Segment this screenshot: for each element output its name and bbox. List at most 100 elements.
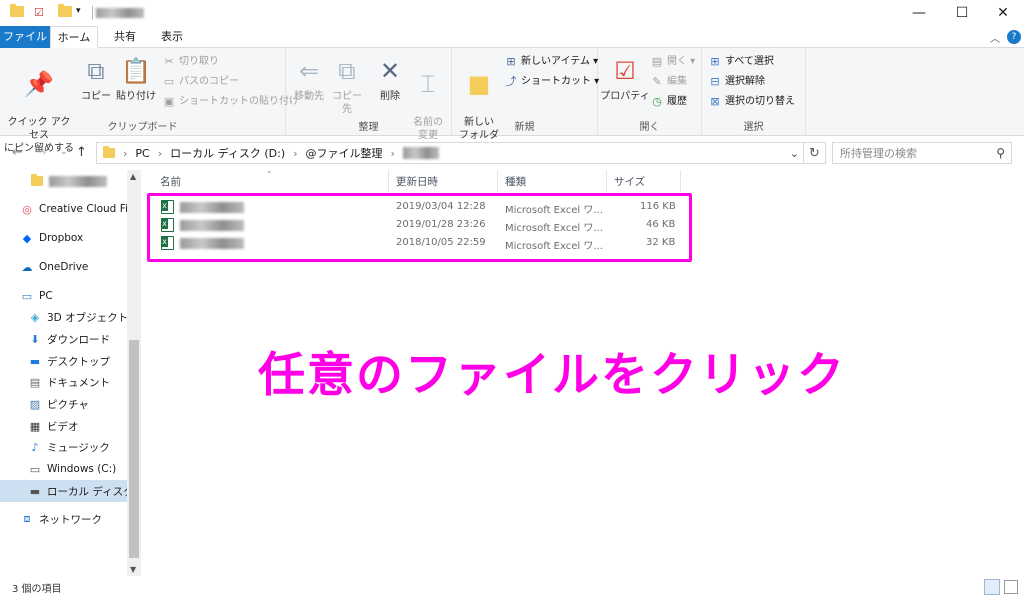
select-all-icon: ⊞ [710,55,720,68]
nav-item-dropbox[interactable]: ◆ Dropbox [0,227,127,249]
breadcrumb-folder[interactable]: @ファイル整理 [306,145,383,161]
ribbon-tabs: ファイル ホーム 共有 表示 ︿ ? [0,26,1024,48]
large-icons-view-button[interactable] [1004,580,1018,594]
nav-scrollbar[interactable]: ▲ ▼ [127,170,141,576]
column-name[interactable]: 名前 [160,174,181,189]
nav-item-creative-cloud[interactable]: ◎ Creative Cloud Files [0,198,127,220]
title-divider [92,6,93,20]
column-separator[interactable] [606,170,607,192]
quick-access-dropdown-icon[interactable]: ▾ [76,6,81,16]
nav-item-onedrive[interactable]: ☁ OneDrive [0,256,127,278]
delete-button[interactable]: ✕ 削除 [372,56,408,103]
breadcrumb-current-blurred[interactable] [402,147,439,159]
column-separator[interactable] [680,170,681,192]
address-dropdown-icon[interactable]: ⌄ [790,147,799,160]
scrollbar-thumb[interactable] [129,340,139,558]
recent-locations-icon[interactable]: ⌄ [60,147,68,157]
copy-path-button[interactable]: ▭ パスのコピー [162,72,239,92]
copy-button[interactable]: ⧉ コピー [80,56,112,103]
nav-item-pictures[interactable]: ▨ ピクチャ [0,393,127,415]
nav-item-desktop[interactable]: ▬ デスクトップ [0,350,127,372]
cut-button[interactable]: ✂ 切り取り [162,52,219,72]
nav-label: 3D オブジェクト [47,311,127,324]
breadcrumb-separator: › [157,146,163,160]
new-folder-large-icon: ■ [467,69,491,98]
nav-item-network[interactable]: ⧈ ネットワーク [0,508,127,530]
tab-home[interactable]: ホーム [50,26,98,48]
up-button[interactable]: ↑ [76,145,87,160]
forward-button[interactable]: → [36,145,47,160]
desktop-icon: ▬ [29,354,41,368]
address-bar[interactable]: › PC › ローカル ディスク (D:) › @ファイル整理 › ⌄ [96,142,804,164]
nav-item-blurred-folder[interactable] [0,170,127,192]
column-headers: ⌄ 名前 更新日時 種類 サイズ [142,166,702,192]
column-separator[interactable] [497,170,498,192]
document-icon: ▤ [29,375,41,389]
scroll-down-icon[interactable]: ▼ [130,565,136,574]
breadcrumb-separator: › [123,146,128,160]
nav-label: Windows (C:) [47,463,117,475]
tab-share[interactable]: 共有 [105,26,145,48]
invert-selection-button[interactable]: ⊠ 選択の切り替え [708,92,795,112]
refresh-button[interactable]: ↻ [804,142,826,164]
close-button[interactable]: ✕ [980,0,1024,26]
tab-file[interactable]: ファイル [0,26,50,48]
nav-item-local-disk-d[interactable]: ▬ ローカル ディスク (D:) [0,480,127,502]
nav-item-3d-objects[interactable]: ◈ 3D オブジェクト [0,306,127,328]
move-to-button[interactable]: ⇐ 移動先 [290,56,328,103]
nav-item-documents[interactable]: ▤ ドキュメント [0,371,127,393]
history-button[interactable]: ◷ 履歴 [650,92,687,112]
nav-item-music[interactable]: ♪ ミュージック [0,436,127,458]
invert-selection-label: 選択の切り替え [725,96,795,107]
shortcut-button[interactable]: ⤴ ショートカット ▾ [504,72,600,92]
back-button[interactable]: ← [12,145,23,160]
nav-label: Creative Cloud Files [39,203,127,215]
delete-icon: ✕ [379,56,401,85]
help-icon[interactable]: ? [1007,30,1021,44]
nav-item-videos[interactable]: ▦ ビデオ [0,415,127,437]
properties-check-icon[interactable]: ☑ [34,6,44,19]
breadcrumb-pc[interactable]: PC [135,147,149,160]
copy-to-button[interactable]: ⧉ コピー先 [328,56,366,116]
maximize-button[interactable]: ☐ [939,0,985,26]
nav-blurred-label [49,175,107,187]
search-icon: ⚲ [996,146,1005,160]
properties-button[interactable]: ☑ プロパティ [600,56,650,103]
network-icon: ⧈ [23,512,31,525]
open-button[interactable]: ▤ 開く ▾ [650,52,695,72]
column-type[interactable]: 種類 [505,174,526,189]
paste-button[interactable]: 📋 貼り付け [116,56,156,103]
nav-label: PC [39,290,53,302]
collapse-ribbon-icon[interactable]: ︿ [990,30,1000,45]
edit-button[interactable]: ✎ 編集 [650,72,687,92]
column-modified[interactable]: 更新日時 [396,174,438,189]
group-clipboard: 📌 クイック アクセス にピン留めする ⧉ コピー 📋 貼り付け ✂ 切り取り ▭… [0,48,299,154]
new-item-button[interactable]: ⊞ 新しいアイテム ▾ [504,52,598,72]
new-folder-icon[interactable] [58,4,72,17]
search-input[interactable]: 所持管理の検索 ⚲ [832,142,1012,164]
details-view-button[interactable] [984,579,1000,595]
breadcrumb-drive[interactable]: ローカル ディスク (D:) [170,145,285,161]
minimize-button[interactable]: — [896,0,942,26]
copy-icon: ⧉ [87,56,105,85]
properties-label: プロパティ [600,91,650,102]
nav-item-downloads[interactable]: ⬇ ダウンロード [0,328,127,350]
group-organize: ⇐ 移動先 ⧉ コピー先 ✕ 削除 ⌶ 名前の 変更 整理 [286,48,452,141]
tab-view[interactable]: 表示 [152,26,192,48]
nav-item-pc[interactable]: ▭ PC [0,285,127,307]
drive-icon: ▬ [29,484,41,498]
pin-icon: 📌 [24,69,54,98]
nav-item-windows-c[interactable]: ▭ Windows (C:) [0,458,127,480]
invert-selection-icon: ⊠ [710,95,720,108]
nav-label: Dropbox [39,232,84,244]
copy-to-icon: ⧉ [338,56,356,85]
scroll-up-icon[interactable]: ▲ [130,172,136,181]
column-size[interactable]: サイズ [614,174,645,189]
download-icon: ⬇ [30,332,40,346]
select-none-button[interactable]: ⊟ 選択解除 [708,72,765,92]
paste-shortcut-button[interactable]: ▣ ショートカットの貼り付け [162,92,299,112]
delete-label: 削除 [380,91,400,102]
column-separator[interactable] [388,170,389,192]
scissors-icon: ✂ [164,55,174,68]
select-all-button[interactable]: ⊞ すべて選択 [708,52,774,72]
